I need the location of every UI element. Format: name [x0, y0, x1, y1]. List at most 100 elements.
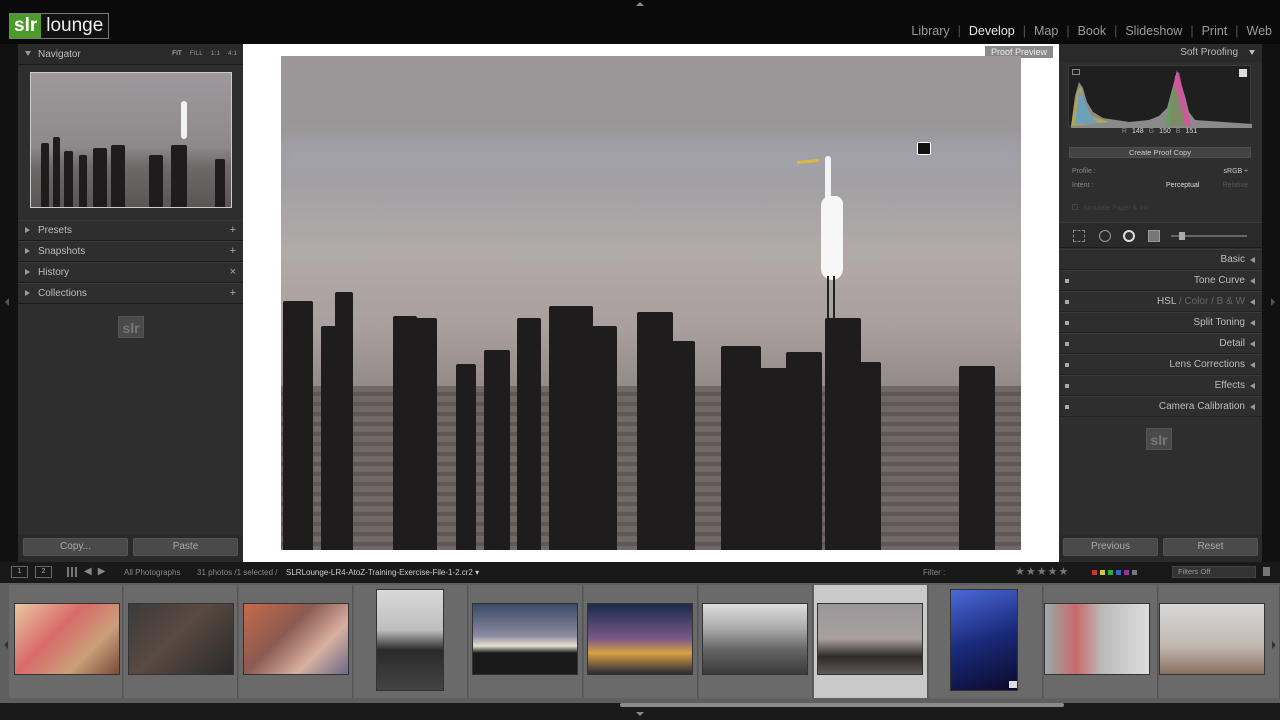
detail-section[interactable]: Detail — [1059, 333, 1262, 354]
main-photo[interactable] — [281, 56, 1021, 550]
thumbnail[interactable] — [243, 603, 349, 675]
toggle-icon[interactable] — [1065, 342, 1069, 346]
filmstrip-cell[interactable] — [584, 585, 698, 698]
histogram[interactable] — [1068, 65, 1252, 128]
forward-arrow-icon[interactable]: ▶ — [98, 566, 112, 577]
filmstrip-right-icon[interactable] — [1272, 641, 1276, 649]
reset-button[interactable]: Reset — [1163, 538, 1258, 556]
thumbnail[interactable] — [376, 589, 444, 691]
presets-header[interactable]: Presets + — [18, 220, 243, 241]
navigator-preview[interactable] — [30, 72, 232, 208]
clear-history-icon[interactable]: × — [230, 266, 236, 278]
spot-removal-icon[interactable] — [1099, 230, 1111, 242]
logo-slr: slr — [10, 14, 42, 38]
zoom-4-1[interactable]: 4:1 — [228, 50, 237, 57]
toggle-icon[interactable] — [1065, 321, 1069, 325]
right-panel-toggle-icon[interactable] — [1271, 298, 1275, 306]
filmstrip-cell[interactable] — [929, 585, 1043, 698]
effects-section[interactable]: Effects — [1059, 375, 1262, 396]
view-1-button[interactable]: 1 — [11, 566, 28, 578]
graduated-filter-icon[interactable] — [1148, 230, 1160, 242]
filename-dropdown[interactable]: SLRLounge-LR4-AtoZ-Training-Exercise-Fil… — [286, 568, 479, 577]
tone-curve-section[interactable]: Tone Curve — [1059, 270, 1262, 291]
zoom-fit[interactable]: FIT — [172, 50, 182, 57]
right-panel: Soft Proofing R 148 G 150 B 151 Create Proo… — [1059, 44, 1262, 562]
source-label[interactable]: All Photographs — [124, 568, 180, 577]
previous-button[interactable]: Previous — [1063, 538, 1158, 556]
highlight-clipping-icon[interactable] — [1239, 69, 1247, 77]
basic-section[interactable]: Basic — [1059, 249, 1262, 270]
filmstrip-scrollbar[interactable] — [0, 703, 1280, 720]
thumbnail[interactable] — [472, 603, 578, 675]
color-label-filter[interactable] — [1092, 570, 1137, 575]
add-snapshot-icon[interactable]: + — [230, 245, 236, 257]
hsl-section[interactable]: HSL / Color / B & W — [1059, 291, 1262, 312]
module-print[interactable]: Print — [1194, 24, 1236, 38]
filmstrip-left-icon[interactable] — [4, 641, 8, 649]
split-toning-section[interactable]: Split Toning — [1059, 312, 1262, 333]
lens-corrections-section[interactable]: Lens Corrections — [1059, 354, 1262, 375]
profile-select[interactable]: sRGB ÷ — [1224, 168, 1248, 175]
bottom-panel-toggle-icon[interactable] — [636, 712, 644, 716]
history-header[interactable]: History × — [18, 262, 243, 283]
collections-header[interactable]: Collections + — [18, 283, 243, 304]
top-panel-toggle-icon[interactable] — [636, 2, 644, 6]
paste-button[interactable]: Paste — [133, 538, 238, 556]
module-develop[interactable]: Develop — [961, 24, 1023, 38]
add-preset-icon[interactable]: + — [230, 224, 236, 236]
navigator-header[interactable]: Navigator FIT FILL 1:1 4:1 — [18, 44, 243, 65]
profile-row: Profile : sRGB ÷ — [1072, 168, 1248, 175]
simulate-paper-checkbox[interactable]: Simulate Paper & Ink — [1072, 204, 1248, 212]
add-collection-icon[interactable]: + — [230, 287, 236, 299]
filmstrip-cell[interactable] — [124, 585, 238, 698]
filmstrip-cell[interactable] — [1159, 585, 1280, 698]
camera-calibration-section[interactable]: Camera Calibration — [1059, 396, 1262, 417]
thumbnail[interactable] — [1044, 603, 1150, 675]
filmstrip-cell[interactable] — [469, 585, 583, 698]
module-book[interactable]: Book — [1070, 24, 1115, 38]
snapshots-header[interactable]: Snapshots + — [18, 241, 243, 262]
module-map[interactable]: Map — [1026, 24, 1066, 38]
thumbnail[interactable] — [950, 589, 1018, 691]
logo-lounge: lounge — [41, 14, 109, 38]
filters-off-dropdown[interactable]: Filters Off — [1172, 566, 1256, 578]
rating-filter[interactable]: ★★★★★ — [1015, 565, 1069, 578]
zoom-1-1[interactable]: 1:1 — [211, 50, 220, 57]
copy-button[interactable]: Copy... — [23, 538, 128, 556]
thumbnail[interactable] — [14, 603, 120, 675]
lock-icon[interactable] — [1263, 567, 1270, 576]
filmstrip-cell[interactable] — [9, 585, 123, 698]
intent-relative[interactable]: Relative — [1223, 182, 1248, 189]
zoom-fill[interactable]: FILL — [190, 50, 203, 57]
thumbnail[interactable] — [702, 603, 808, 675]
scroll-thumb[interactable] — [620, 703, 1064, 707]
toggle-icon[interactable] — [1065, 405, 1069, 409]
filmstrip-cell[interactable] — [354, 585, 468, 698]
module-slideshow[interactable]: Slideshow — [1117, 24, 1190, 38]
thumbnail[interactable] — [128, 603, 234, 675]
left-panel-toggle-icon[interactable] — [5, 298, 9, 306]
thumbnail[interactable] — [1159, 603, 1265, 675]
thumbnail[interactable] — [587, 603, 693, 675]
toggle-icon[interactable] — [1065, 384, 1069, 388]
toggle-icon[interactable] — [1065, 363, 1069, 367]
adjustment-brush-icon[interactable] — [1179, 232, 1185, 240]
shadow-clipping-icon[interactable] — [1072, 69, 1080, 75]
grid-view-icon[interactable] — [67, 567, 77, 577]
filmstrip-cell[interactable] — [699, 585, 813, 698]
filmstrip-cell[interactable] — [239, 585, 353, 698]
module-library[interactable]: Library — [903, 24, 957, 38]
soft-proofing-header[interactable]: Soft Proofing — [1059, 44, 1262, 62]
intent-perceptual[interactable]: Perceptual — [1166, 182, 1199, 189]
filmstrip-cell-selected[interactable] — [814, 585, 928, 698]
toggle-icon[interactable] — [1065, 279, 1069, 283]
filmstrip-cell[interactable] — [1044, 585, 1158, 698]
view-2-button[interactable]: 2 — [35, 566, 52, 578]
create-proof-copy-button[interactable]: Create Proof Copy — [1069, 147, 1251, 158]
toggle-icon[interactable] — [1065, 300, 1069, 304]
crop-tool-icon[interactable] — [1073, 230, 1085, 242]
red-eye-icon[interactable] — [1123, 230, 1135, 242]
module-web[interactable]: Web — [1239, 24, 1280, 38]
back-arrow-icon[interactable]: ◀ — [84, 566, 98, 577]
thumbnail[interactable] — [817, 603, 923, 675]
